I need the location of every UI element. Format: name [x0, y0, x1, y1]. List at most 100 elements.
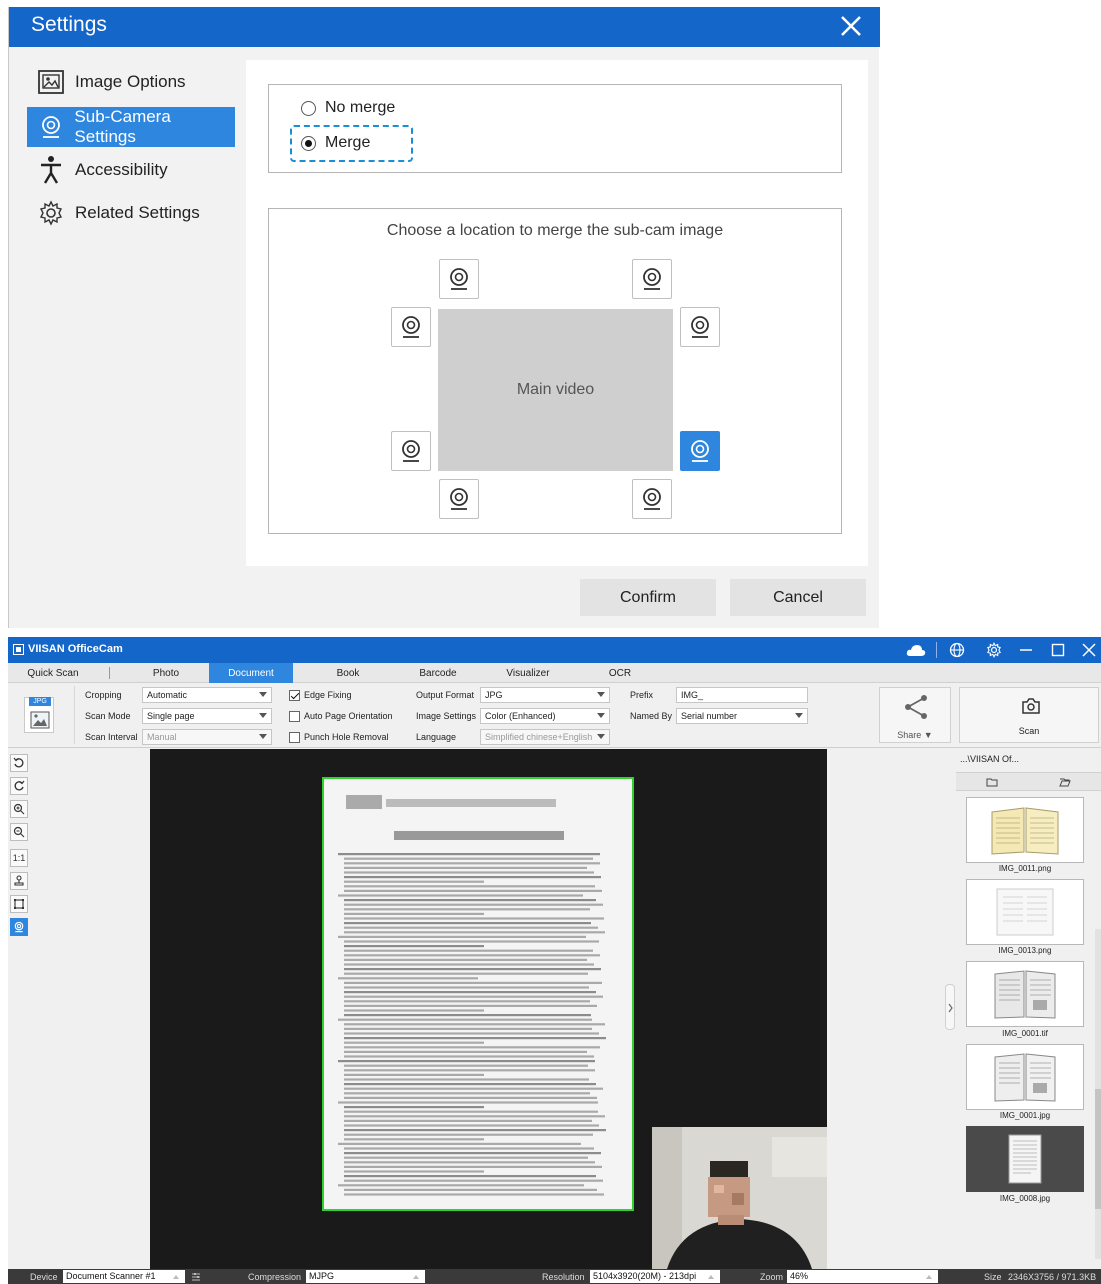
position-top-right[interactable]	[632, 259, 672, 299]
scan-mode-select[interactable]: Single page	[142, 708, 272, 724]
edge-fixing-checkbox[interactable]	[289, 690, 300, 701]
tab-ocr[interactable]: OCR	[580, 663, 660, 683]
tab-document[interactable]: Document	[209, 663, 293, 683]
size-label: Size	[984, 1272, 1002, 1282]
chevron-down-icon	[259, 692, 267, 697]
scrollbar-thumb[interactable]	[1095, 1089, 1101, 1209]
nav-image-options[interactable]: Image Options	[27, 62, 235, 102]
resolution-select[interactable]: 5104x3920(20M) - 213dpi	[590, 1270, 720, 1283]
position-right-upper[interactable]	[680, 307, 720, 347]
language-select[interactable]: Simplified chinese+English	[480, 729, 610, 745]
tab-barcode[interactable]: Barcode	[398, 663, 478, 683]
scan-mode-label: Scan Mode	[85, 711, 131, 721]
main-video-area: Main video	[438, 309, 673, 471]
edge-fixing-label: Edge Fixing	[304, 690, 352, 700]
share-label: Share ▼	[897, 730, 933, 740]
position-left-lower[interactable]	[391, 431, 431, 471]
webcam-icon	[402, 440, 420, 462]
position-bottom-right[interactable]	[632, 479, 672, 519]
sub-camera-button[interactable]	[10, 918, 28, 936]
position-right-lower-selected[interactable]	[680, 431, 720, 471]
thumbnail-1[interactable]	[966, 879, 1084, 945]
gear-icon[interactable]	[986, 642, 1002, 658]
position-bottom-left[interactable]	[439, 479, 479, 519]
actual-size-button[interactable]: 1:1	[10, 849, 28, 867]
rotate-right-button[interactable]	[10, 777, 28, 795]
image-icon	[30, 711, 50, 729]
crop-frame-button[interactable]	[10, 895, 28, 913]
webcam-icon	[643, 488, 661, 510]
prefix-input[interactable]: IMG_	[676, 687, 808, 703]
nav-sub-camera-settings[interactable]: Sub-Camera Settings	[27, 107, 235, 147]
tab-visualizer[interactable]: Visualizer	[488, 663, 568, 683]
minimize-icon[interactable]	[1018, 642, 1034, 658]
app-title-bar: VIISAN OfficeCam	[8, 637, 1101, 663]
book-image	[994, 970, 1056, 1019]
file-sidebar: ...\VIISAN Of... IMG_0011.png IMG_0013.p…	[956, 749, 1101, 1269]
no-merge-radio[interactable]: No merge	[301, 99, 395, 117]
sidebar-scrollbar[interactable]	[1095, 929, 1101, 1259]
output-format-select[interactable]: JPG	[480, 687, 610, 703]
maximize-icon[interactable]	[1050, 642, 1066, 658]
zoom-select[interactable]: 46%	[787, 1270, 938, 1283]
compression-select[interactable]: MJPG	[306, 1270, 425, 1283]
tab-quick-scan[interactable]: Quick Scan	[8, 663, 98, 683]
cloud-icon[interactable]	[906, 643, 926, 657]
auto-page-orientation-label: Auto Page Orientation	[304, 711, 393, 721]
tab-photo[interactable]: Photo	[126, 663, 206, 683]
no-merge-label: No merge	[325, 99, 396, 116]
nav-accessibility[interactable]: Accessibility	[27, 150, 235, 190]
output-format-value: JPG	[485, 690, 503, 700]
folder-icon[interactable]	[986, 777, 998, 787]
format-badge: JPG	[29, 697, 51, 706]
scan-button[interactable]: Scan	[959, 687, 1099, 743]
panel-collapse-handle[interactable]	[945, 984, 955, 1030]
tab-book[interactable]: Book	[308, 663, 388, 683]
book-image	[991, 807, 1059, 855]
image-settings-select[interactable]: Color (Enhanced)	[480, 708, 610, 724]
auto-page-orientation-checkbox[interactable]	[289, 711, 300, 722]
chevron-down-icon	[597, 734, 605, 739]
share-button[interactable]: Share ▼	[879, 687, 951, 743]
merge-radio[interactable]: Merge	[301, 134, 370, 152]
cancel-button[interactable]: Cancel	[730, 579, 866, 616]
named-by-select[interactable]: Serial number	[676, 708, 808, 724]
chevron-up-icon	[926, 1275, 932, 1279]
format-preview-icon[interactable]: JPG	[24, 697, 54, 733]
main-video-label: Main video	[516, 381, 595, 398]
globe-icon[interactable]	[949, 642, 965, 658]
settings-dialog: Settings Image Options Sub-Camera Settin…	[8, 7, 880, 628]
zoom-in-icon	[13, 803, 25, 815]
chevron-up-icon	[413, 1275, 419, 1279]
close-icon[interactable]	[836, 11, 866, 41]
settings-sliders-icon[interactable]	[191, 1271, 201, 1282]
cropping-select[interactable]: Automatic	[142, 687, 272, 703]
position-left-upper[interactable]	[391, 307, 431, 347]
share-icon	[905, 695, 927, 719]
scan-interval-select[interactable]: Manual	[142, 729, 272, 745]
webcam-icon	[14, 921, 24, 933]
scan-interval-label: Scan Interval	[85, 732, 138, 742]
close-icon[interactable]	[1081, 642, 1097, 658]
zoom-in-button[interactable]	[10, 800, 28, 818]
punch-hole-removal-checkbox[interactable]	[289, 732, 300, 743]
thumbnail-4-selected[interactable]	[966, 1126, 1084, 1192]
thumbnail-2[interactable]	[966, 961, 1084, 1027]
image-icon	[27, 69, 75, 95]
open-folder-icon[interactable]	[1059, 777, 1071, 787]
named-by-value: Serial number	[681, 711, 738, 721]
stamp-button[interactable]	[10, 872, 28, 890]
dialog-title-bar: Settings	[9, 7, 880, 47]
nav-related-settings[interactable]: Related Settings	[27, 193, 235, 233]
position-top-left[interactable]	[439, 259, 479, 299]
rotate-left-button[interactable]	[10, 754, 28, 772]
officecam-window: VIISAN OfficeCam Quick Scan Photo Docume…	[8, 637, 1101, 1284]
zoom-out-button[interactable]	[10, 823, 28, 841]
device-select[interactable]: Document Scanner #1	[63, 1270, 185, 1283]
book-image	[994, 1053, 1056, 1102]
compression-label: Compression	[248, 1272, 302, 1282]
confirm-button[interactable]: Confirm	[580, 579, 716, 616]
thumbnail-0[interactable]	[966, 797, 1084, 863]
thumbnail-3[interactable]	[966, 1044, 1084, 1110]
camera-preview[interactable]	[150, 749, 827, 1269]
